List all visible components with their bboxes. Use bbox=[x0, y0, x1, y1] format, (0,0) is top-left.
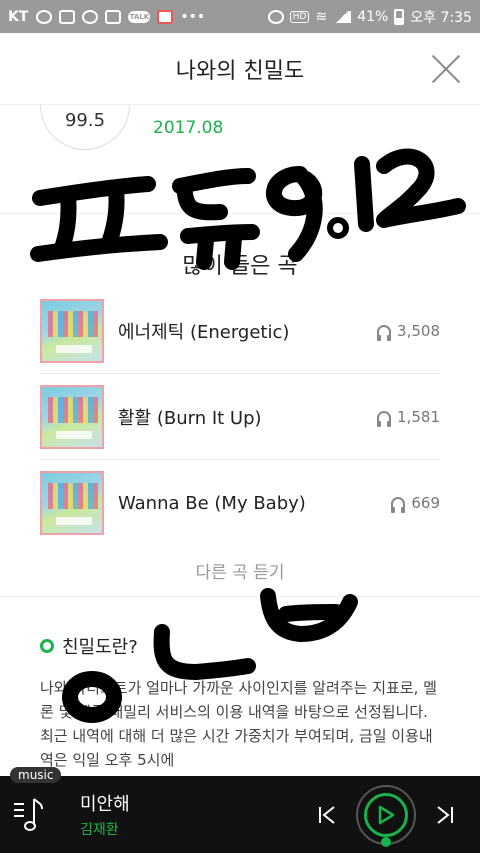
song-row[interactable]: 활활 (Burn It Up) 1,581 bbox=[40, 374, 440, 460]
play-count: 3,508 bbox=[377, 321, 440, 341]
close-icon[interactable] bbox=[430, 53, 462, 85]
album-cover bbox=[40, 384, 104, 449]
headphone-icon bbox=[377, 324, 392, 341]
status-bar: KT TALK ••• HD ≋ 41% 오후 7:35 bbox=[0, 0, 480, 33]
music-badge: music bbox=[10, 767, 62, 783]
intimacy-score: 99.5 bbox=[64, 110, 106, 131]
intimacy-date: 2017.08 bbox=[153, 118, 224, 138]
hd-voice-icon: HD bbox=[289, 10, 310, 23]
track-artist: 김재환 bbox=[80, 822, 119, 838]
song-title: 활활 (Burn It Up) bbox=[118, 407, 262, 429]
more-songs-link[interactable]: 다른 곡 듣기 bbox=[0, 558, 480, 583]
playlist-menu-icon[interactable] bbox=[0, 776, 56, 853]
album-cover bbox=[40, 471, 104, 535]
play-count-value: 669 bbox=[411, 494, 440, 512]
song-row[interactable]: 에너제틱 (Energetic) 3,508 bbox=[40, 288, 440, 374]
top-songs-list: 에너제틱 (Energetic) 3,508 활활 (Burn It Up) 1… bbox=[40, 288, 440, 546]
shield-icon bbox=[59, 9, 76, 24]
notification-icons: TALK ••• bbox=[36, 9, 205, 25]
headphone-icon bbox=[391, 497, 406, 513]
divider bbox=[0, 596, 480, 597]
song-row[interactable]: Wanna Be (My Baby) 669 bbox=[40, 460, 440, 546]
headphone-icon bbox=[377, 410, 392, 427]
carrier-label: KT bbox=[8, 8, 29, 25]
calendar-check-icon bbox=[157, 9, 174, 24]
album-cover bbox=[40, 298, 104, 363]
wifi-icon: ≋ bbox=[315, 8, 328, 25]
play-count-value: 1,581 bbox=[397, 407, 440, 426]
now-playing-info[interactable]: 미안해 김재환 bbox=[80, 790, 306, 839]
divider bbox=[0, 213, 480, 214]
info-heading: 친밀도란? bbox=[40, 633, 138, 659]
play-icon bbox=[364, 792, 408, 837]
progress-indicator bbox=[381, 836, 391, 847]
top-songs-title: 많이 들은 곡 bbox=[182, 254, 298, 279]
signal-icon bbox=[333, 10, 352, 23]
mini-player: 미안해 김재환 bbox=[0, 776, 480, 853]
play-count-value: 3,508 bbox=[397, 321, 440, 340]
song-title: Wanna Be (My Baby) bbox=[118, 492, 306, 514]
track-title: 미안해 bbox=[80, 794, 130, 815]
more-dots-icon: ••• bbox=[180, 8, 206, 25]
next-icon[interactable] bbox=[424, 794, 466, 836]
alarm-icon bbox=[267, 9, 284, 24]
play-count: 1,581 bbox=[377, 407, 440, 427]
app-icon bbox=[82, 9, 99, 24]
green-circle-icon bbox=[40, 639, 54, 653]
page-header: 나와의 친밀도 bbox=[0, 33, 480, 105]
sync-icon bbox=[36, 9, 53, 24]
info-description: 나와 아티스트가 얼마나 가까운 사이인지를 알려주는 지표로, 멜론 및 멜론… bbox=[40, 679, 437, 769]
play-count: 669 bbox=[391, 494, 440, 513]
song-title: 에너제틱 (Energetic) bbox=[118, 321, 290, 343]
page-title: 나와의 친밀도 bbox=[175, 58, 305, 84]
clock: 오후 7:35 bbox=[410, 9, 472, 26]
gallery-icon bbox=[105, 9, 122, 24]
kakaotalk-icon: TALK bbox=[128, 10, 151, 23]
info-title: 친밀도란? bbox=[62, 637, 138, 658]
play-button[interactable] bbox=[356, 784, 416, 847]
battery-icon bbox=[394, 8, 405, 25]
battery-percent: 41% bbox=[357, 8, 389, 25]
previous-icon[interactable] bbox=[306, 794, 348, 836]
